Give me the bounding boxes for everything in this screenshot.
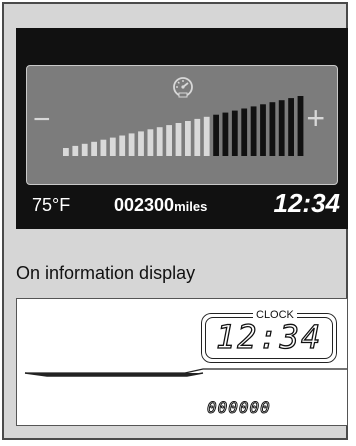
gauge-segment [147,129,154,156]
gauge-segment [175,123,182,156]
outside-temperature: 75°F [32,194,70,216]
dashboard-panel: − + 75°F 002300miles 12:34 [16,28,348,229]
gauge-segment [250,106,257,156]
temperature-unit: °F [52,195,71,215]
clock-label: CLOCK [253,309,297,321]
gauge-segment [278,100,285,156]
gauge-segment [91,141,97,156]
gauge-segment [260,104,266,156]
minus-icon: − [33,103,51,136]
section-label: On information display [16,263,196,283]
temperature-value: 75 [32,195,53,215]
dashboard-clock: 12:34 [273,188,341,218]
info-clock-digits: 12:34 [215,318,323,356]
gauge-segment [72,145,79,156]
gauge-segment [109,137,116,156]
gauge-segment [81,143,88,156]
gauge-segment [156,127,163,156]
fuel-economy-gauge: − + [26,65,338,185]
gauge-segment [128,133,135,156]
gauge-segment [138,131,144,156]
gauge-segment [203,116,210,156]
gauge-segment [63,148,69,156]
information-display: 12:34 CLOCK 000000 [16,298,348,426]
gauge-segment [269,102,276,156]
gauge-segment [231,110,238,156]
gauge-segment [213,114,219,156]
odometer-value: 002300 [114,195,175,215]
gauge-segment [119,135,126,156]
gauge-segment [166,125,172,156]
gauge-segment [288,98,294,156]
gauge-segment [194,118,201,156]
info-odometer: 000000 [207,398,271,417]
odometer-unit: miles [174,199,208,214]
plus-icon: + [306,100,325,136]
gauge-segment [222,112,229,156]
gauge-segment [100,139,107,156]
speedometer-icon [173,77,193,98]
gauge-segment [241,108,248,156]
odometer-readout: 002300miles [114,194,207,218]
gauge-segment [185,121,191,156]
gauge-segment [297,96,304,156]
